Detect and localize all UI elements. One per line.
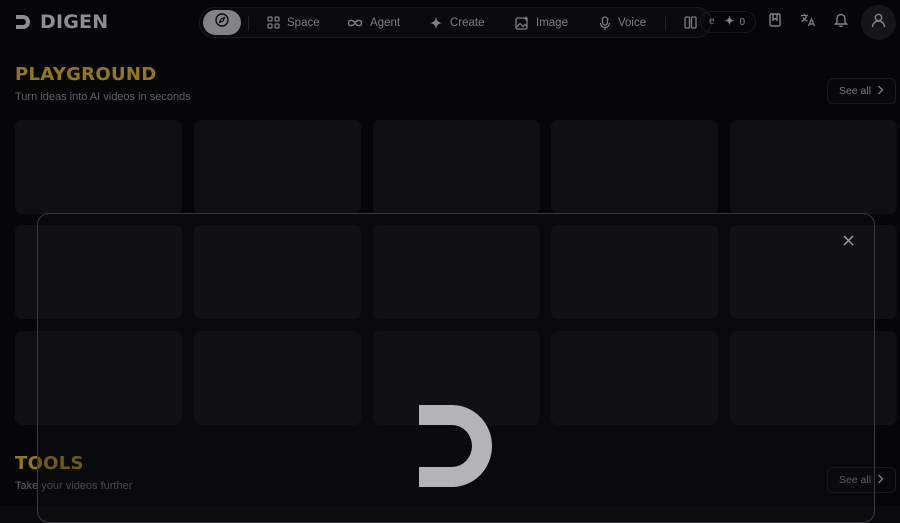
loading-logo (418, 404, 494, 493)
digen-d-logo-icon (418, 405, 494, 492)
close-icon (842, 233, 854, 251)
modal-close-button[interactable] (838, 233, 858, 251)
page: DIGEN Space Agent Create Image Voice e 0… (0, 0, 900, 523)
